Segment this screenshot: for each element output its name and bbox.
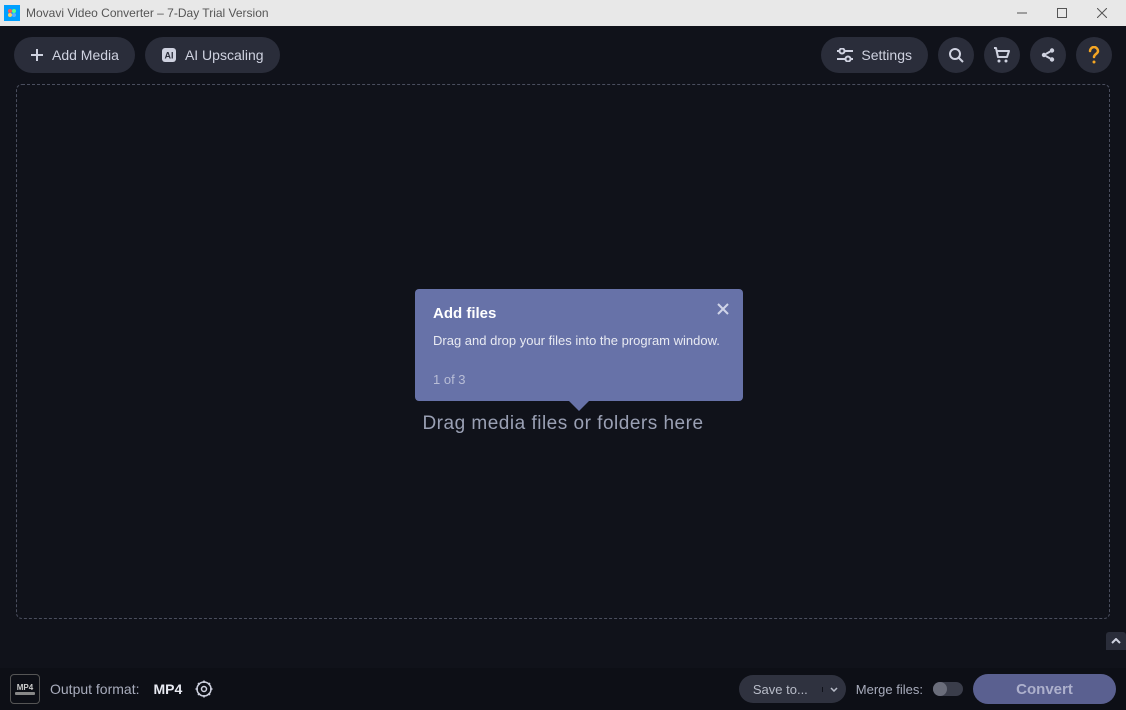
settings-button[interactable]: Settings xyxy=(821,37,928,73)
plus-icon xyxy=(30,48,44,62)
help-button[interactable] xyxy=(1076,37,1112,73)
toolbar: Add Media AI AI Upscaling Settings xyxy=(0,26,1126,84)
settings-label: Settings xyxy=(861,47,912,63)
tooltip-step: 1 of 3 xyxy=(433,372,725,387)
close-icon xyxy=(717,303,729,315)
share-button[interactable] xyxy=(1030,37,1066,73)
svg-text:AI: AI xyxy=(164,51,173,61)
ai-upscaling-button[interactable]: AI AI Upscaling xyxy=(145,37,280,73)
save-to-dropdown[interactable] xyxy=(822,687,846,692)
gear-icon xyxy=(195,680,213,698)
search-button[interactable] xyxy=(938,37,974,73)
output-format-value: MP4 xyxy=(153,681,182,697)
tooltip-close-button[interactable] xyxy=(717,303,729,315)
onboarding-tooltip: Add files Drag and drop your files into … xyxy=(415,289,743,401)
add-media-button[interactable]: Add Media xyxy=(14,37,135,73)
maximize-button[interactable] xyxy=(1042,2,1082,24)
titlebar: Movavi Video Converter – 7-Day Trial Ver… xyxy=(0,0,1126,26)
tooltip-title: Add files xyxy=(433,305,725,322)
convert-label: Convert xyxy=(1016,681,1073,698)
cart-button[interactable] xyxy=(984,37,1020,73)
help-icon xyxy=(1088,46,1100,64)
save-to-label: Save to... xyxy=(739,682,822,697)
share-icon xyxy=(1040,47,1056,63)
search-icon xyxy=(948,47,964,63)
cart-icon xyxy=(993,47,1011,63)
add-media-label: Add Media xyxy=(52,47,119,63)
chevron-up-icon xyxy=(1111,638,1121,644)
ai-upscaling-label: AI Upscaling xyxy=(185,47,264,63)
dropzone[interactable]: Drag media files or folders here Add fil… xyxy=(16,84,1110,619)
window-title: Movavi Video Converter – 7-Day Trial Ver… xyxy=(26,6,269,20)
convert-button[interactable]: Convert xyxy=(973,674,1116,704)
expand-panel-button[interactable] xyxy=(1106,632,1126,650)
window-controls xyxy=(1002,2,1122,24)
format-settings-button[interactable] xyxy=(192,677,216,701)
sliders-icon xyxy=(837,48,853,62)
merge-files-toggle[interactable] xyxy=(933,682,963,696)
app-icon xyxy=(4,5,20,21)
close-button[interactable] xyxy=(1082,2,1122,24)
tooltip-body: Drag and drop your files into the progra… xyxy=(433,332,725,350)
bottombar: MP4 Output format: MP4 Save to... Merge … xyxy=(0,668,1126,710)
dropzone-text: Drag media files or folders here xyxy=(422,413,703,435)
ai-icon: AI xyxy=(161,47,177,63)
chevron-down-icon xyxy=(830,687,838,692)
save-to-button[interactable]: Save to... xyxy=(739,675,846,703)
format-icon[interactable]: MP4 xyxy=(10,674,40,704)
minimize-button[interactable] xyxy=(1002,2,1042,24)
merge-files-label: Merge files: xyxy=(856,682,923,697)
output-format-label: Output format: xyxy=(50,681,139,697)
